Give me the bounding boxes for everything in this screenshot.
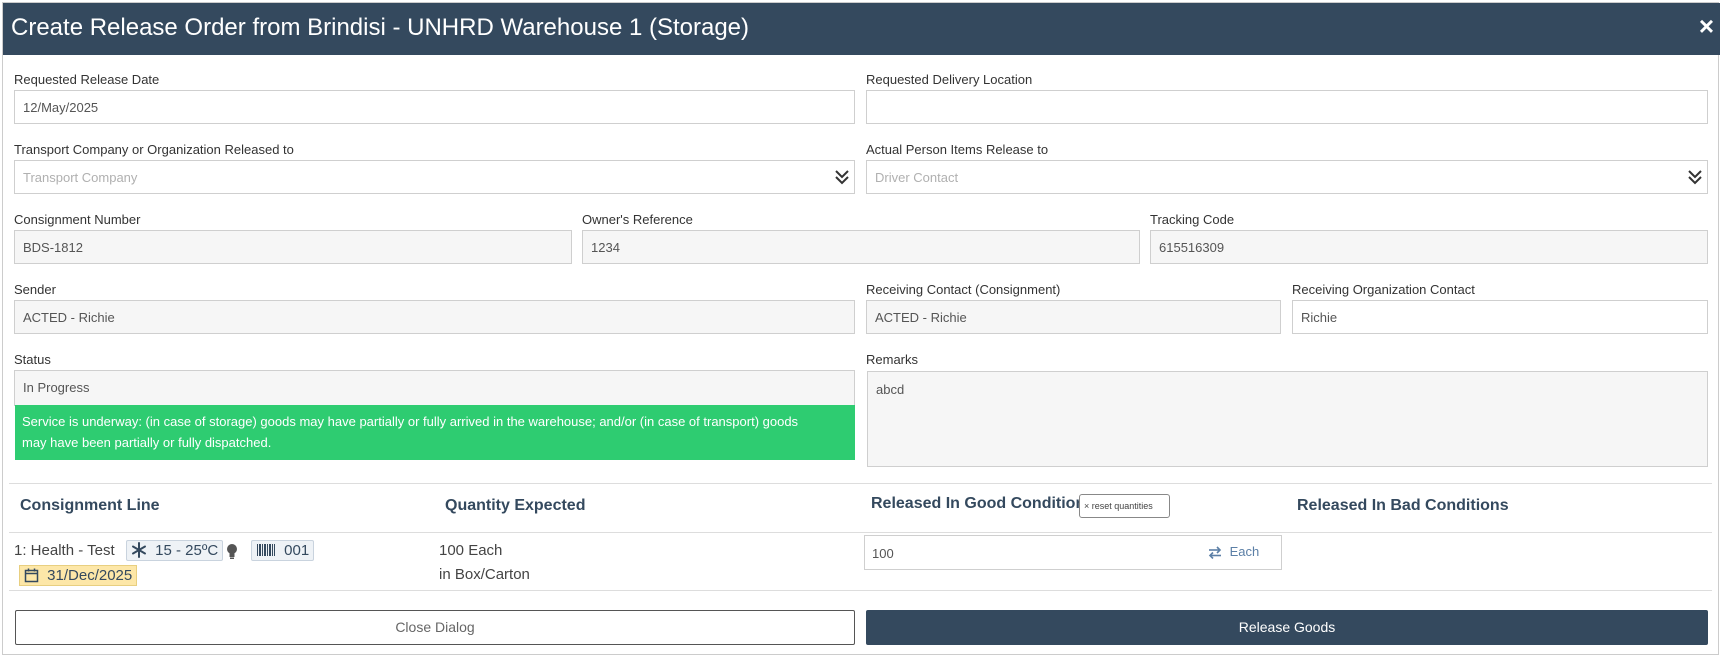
status-label: Status bbox=[14, 352, 51, 367]
expiry-date-chip: 31/Dec/2025 bbox=[19, 565, 138, 586]
transport-company-label: Transport Company or Organization Releas… bbox=[14, 142, 294, 157]
swap-arrows-icon bbox=[1208, 546, 1222, 559]
sender-label: Sender bbox=[14, 282, 56, 297]
lightbulb-icon bbox=[227, 544, 237, 559]
header-released-good: Released In Good Conditions bbox=[871, 495, 1095, 512]
dialog-header: Create Release Order from Brindisi - UNH… bbox=[3, 3, 1720, 55]
release-goods-button[interactable]: Release Goods bbox=[866, 610, 1708, 645]
actual-person-label: Actual Person Items Release to bbox=[866, 142, 1049, 157]
actual-person-select[interactable]: Driver Contact bbox=[866, 160, 1708, 194]
header-consignment-line: Consignment Line bbox=[20, 497, 160, 514]
consignment-number-label: Consignment Number bbox=[14, 212, 141, 227]
sender-field: ACTED - Richie bbox=[14, 300, 855, 334]
table-header-divider bbox=[9, 532, 1712, 533]
quantity-expected-packaging: in Box/Carton bbox=[439, 566, 530, 583]
unit-label: Each bbox=[1229, 544, 1260, 559]
close-icon[interactable]: × bbox=[1699, 13, 1714, 39]
receiving-org-contact-field[interactable]: Richie bbox=[1292, 300, 1708, 334]
requested-delivery-location-label: Requested Delivery Location bbox=[866, 72, 1033, 87]
requested-release-date-field[interactable]: 12/May/2025 bbox=[14, 90, 855, 124]
close-dialog-button[interactable]: Close Dialog bbox=[15, 610, 855, 645]
reset-quantities-button[interactable]: × reset quantities bbox=[1079, 494, 1170, 518]
receiving-org-contact-label: Receiving Organization Contact bbox=[1292, 282, 1475, 297]
transport-company-select[interactable]: Transport Company bbox=[14, 160, 855, 194]
table-top-divider bbox=[9, 483, 1712, 484]
temperature-chip: 15 - 25ºC bbox=[126, 540, 224, 561]
actual-person-placeholder: Driver Contact bbox=[875, 170, 959, 185]
receiving-contact-field: ACTED - Richie bbox=[866, 300, 1281, 334]
barcode-chip: 001 bbox=[251, 540, 315, 561]
status-note-line-2: may have been partially or fully dispatc… bbox=[22, 435, 272, 450]
snowflake-icon bbox=[132, 542, 146, 558]
consignment-line-label: 1: Health - Test bbox=[14, 542, 115, 559]
chevron-double-down-icon bbox=[1688, 170, 1702, 185]
status-field: In Progress bbox=[14, 370, 855, 406]
receiving-contact-label: Receiving Contact (Consignment) bbox=[866, 282, 1061, 297]
consignment-number-field: BDS-1812 bbox=[14, 230, 572, 264]
barcode-icon bbox=[257, 544, 275, 556]
header-quantity-expected: Quantity Expected bbox=[445, 497, 586, 514]
requested-release-date-label: Requested Release Date bbox=[14, 72, 160, 87]
chevron-double-down-icon bbox=[835, 170, 849, 185]
remarks-label: Remarks bbox=[866, 352, 919, 367]
owners-reference-field: 1234 bbox=[582, 230, 1140, 264]
barcode-value: 001 bbox=[284, 542, 310, 559]
owners-reference-label: Owner's Reference bbox=[582, 212, 693, 227]
status-note-line-1: Service is underway: (in case of storage… bbox=[22, 414, 799, 429]
tracking-code-field: 615516309 bbox=[1150, 230, 1708, 264]
tracking-code-label: Tracking Code bbox=[1150, 212, 1235, 227]
unit-toggle-button[interactable]: Each bbox=[1208, 544, 1259, 559]
dialog-title: Create Release Order from Brindisi - UNH… bbox=[11, 14, 750, 41]
temperature-range: 15 - 25ºC bbox=[155, 542, 219, 559]
status-description-banner: Service is underway: (in case of storage… bbox=[15, 405, 855, 460]
remarks-textarea[interactable]: abcd bbox=[867, 371, 1708, 467]
calendar-icon bbox=[24, 568, 39, 583]
expiry-date: 31/Dec/2025 bbox=[47, 567, 133, 584]
transport-company-placeholder: Transport Company bbox=[23, 170, 138, 185]
header-released-bad: Released In Bad Conditions bbox=[1297, 497, 1509, 514]
quantity-expected-value: 100 Each bbox=[439, 542, 503, 559]
requested-delivery-location-field[interactable] bbox=[866, 90, 1708, 124]
table-bottom-divider bbox=[9, 590, 1712, 591]
